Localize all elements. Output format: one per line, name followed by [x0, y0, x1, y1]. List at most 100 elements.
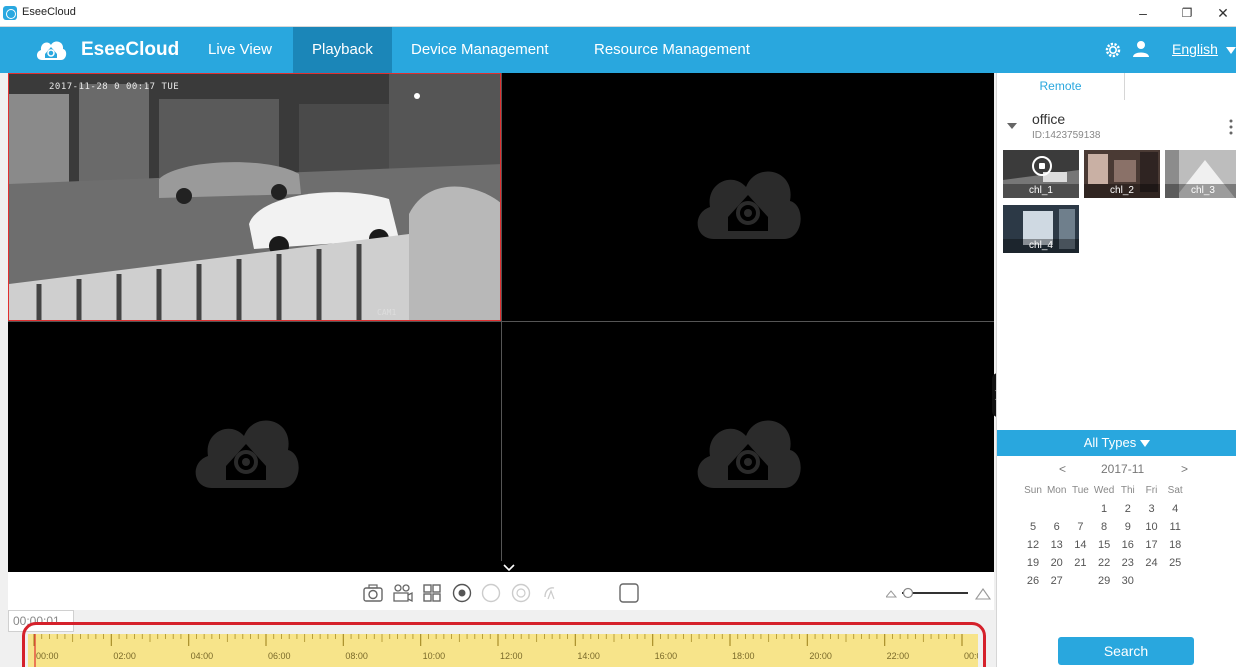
calendar-day[interactable]: 10	[1140, 518, 1164, 536]
calendar-day[interactable]: 18	[1163, 536, 1187, 554]
calendar-day[interactable]: 11	[1163, 518, 1187, 536]
audio-icon[interactable]	[540, 582, 562, 604]
tab-device-management[interactable]: Device Management	[392, 27, 568, 73]
channel-label: chl_1	[1003, 184, 1079, 198]
channel-thumb-4[interactable]: chl_4	[1003, 205, 1079, 253]
tab-remote[interactable]: Remote	[997, 73, 1125, 100]
search-button[interactable]: Search	[1058, 637, 1194, 665]
calendar-week-row: 12 13 14 15 16 17 18	[1021, 536, 1236, 554]
empty-channel-watermark-icon	[697, 171, 801, 239]
grid-layout-icon[interactable]	[421, 582, 443, 604]
user-icon[interactable]	[1132, 40, 1150, 58]
calendar-day[interactable]: 9	[1116, 518, 1140, 536]
video-cell-2[interactable]	[502, 73, 994, 321]
calendar-day[interactable]: 15	[1092, 536, 1116, 554]
calendar-day[interactable]: 25	[1163, 554, 1187, 572]
calendar-day[interactable]: 23	[1116, 554, 1140, 572]
video-cell-1[interactable]: 2017-11-28 0 00:17 TUE CAM1	[8, 73, 501, 321]
channel-label: chl_4	[1003, 239, 1079, 253]
video-grid: 2017-11-28 0 00:17 TUE CAM1	[8, 73, 1004, 573]
calendar-week-row: 1234	[1021, 500, 1236, 518]
channel-thumb-2[interactable]: chl_2	[1084, 150, 1160, 198]
video-record-icon[interactable]	[392, 582, 414, 604]
calendar-prev-button[interactable]: <	[1059, 462, 1066, 476]
calendar-day[interactable]: 26	[1021, 572, 1045, 590]
empty-channel-watermark-icon	[195, 420, 299, 488]
video-cell-4[interactable]	[502, 322, 994, 572]
calendar-month: 2017-11	[1101, 462, 1145, 476]
calendar-weekday: Thi	[1120, 485, 1135, 496]
zoom-slider[interactable]	[886, 586, 996, 600]
tab-resource-management[interactable]: Resource Management	[575, 27, 769, 73]
calendar-weekday: Sat	[1167, 485, 1183, 496]
timeline-highlight	[22, 622, 986, 667]
gear-icon[interactable]	[1104, 41, 1122, 59]
chevron-down-icon[interactable]	[1226, 47, 1236, 54]
video-timestamp: 2017-11-28 0 00:17 TUE	[49, 82, 180, 92]
channel-label: chl_2	[1084, 184, 1160, 198]
playing-indicator-icon	[1032, 156, 1052, 176]
title-bar: EseeCloud – ❐ ✕	[0, 0, 1236, 27]
eseecloud-logo-icon	[36, 41, 67, 60]
tab-local[interactable]	[1125, 73, 1236, 100]
minimize-button[interactable]: –	[1128, 2, 1158, 24]
calendar-day[interactable]: 12	[1021, 536, 1045, 554]
fullscreen-icon[interactable]	[618, 582, 640, 604]
more-options-icon[interactable]	[1229, 119, 1233, 135]
calendar-day[interactable]: 4	[1163, 500, 1187, 518]
tab-playback[interactable]: Playback	[293, 27, 392, 73]
playback-toolbar	[8, 572, 994, 612]
record-type-filter[interactable]: All Types	[997, 430, 1236, 456]
calendar-day[interactable]: 1	[1092, 500, 1116, 518]
calendar-week-row: 19 20 21 22 23 24 25	[1021, 554, 1236, 572]
calendar-day[interactable]: 17	[1140, 536, 1164, 554]
panel-tabs: Remote	[997, 73, 1236, 100]
device-name[interactable]: office	[1032, 111, 1065, 127]
calendar-day[interactable]: 29	[1092, 572, 1116, 590]
restore-button[interactable]: ❐	[1172, 2, 1202, 24]
calendar-day[interactable]: 7	[1068, 518, 1092, 536]
grid-divider-horizontal	[8, 321, 994, 322]
calendar-day	[1140, 572, 1164, 590]
calendar-next-button[interactable]: >	[1181, 462, 1188, 476]
stop-icon[interactable]	[451, 582, 473, 604]
close-button[interactable]: ✕	[1208, 2, 1236, 24]
snapshot-camera-icon[interactable]	[362, 582, 384, 604]
device-id: ID:1423759138	[1032, 130, 1101, 141]
channel-thumb-3[interactable]: chl_3	[1165, 150, 1236, 198]
calendar-day[interactable]: 13	[1045, 536, 1069, 554]
calendar-day[interactable]: 2	[1116, 500, 1140, 518]
channel-label: chl_3	[1165, 184, 1236, 198]
calendar-day[interactable]: 5	[1021, 518, 1045, 536]
expand-device-icon[interactable]	[1007, 123, 1017, 129]
slow-play-icon[interactable]	[480, 582, 502, 604]
calendar-day[interactable]: 27	[1045, 572, 1069, 590]
calendar-day	[1068, 500, 1092, 518]
calendar-day[interactable]: 20	[1045, 554, 1069, 572]
calendar-day[interactable]: 6	[1045, 518, 1069, 536]
device-panel: Remote office ID:1423759138 chl_1 chl_2 …	[996, 73, 1236, 667]
calendar-day[interactable]: 30	[1116, 572, 1140, 590]
chevron-down-icon	[1140, 440, 1151, 448]
calendar-weekday-row: Sun Mon Tue Wed Thi Fri Sat	[1021, 482, 1236, 500]
calendar-weekday: Wed	[1093, 485, 1115, 496]
calendar-day	[1021, 500, 1045, 518]
empty-channel-watermark-icon	[697, 420, 801, 488]
language-selector[interactable]: English	[1172, 41, 1218, 57]
video-cell-3[interactable]	[8, 322, 501, 572]
calendar-day[interactable]: 19	[1021, 554, 1045, 572]
calendar-day[interactable]: 16	[1116, 536, 1140, 554]
tab-live-view[interactable]: Live View	[189, 27, 291, 73]
calendar-weekday: Mon	[1046, 485, 1067, 496]
calendar-day	[1163, 572, 1187, 590]
calendar-day[interactable]: 8	[1092, 518, 1116, 536]
calendar-day[interactable]: 14	[1068, 536, 1092, 554]
calendar-day-selected[interactable]: 28	[1068, 571, 1092, 591]
calendar-day[interactable]: 24	[1140, 554, 1164, 572]
calendar-day[interactable]: 22	[1092, 554, 1116, 572]
calendar-weekday: Tue	[1071, 485, 1089, 496]
calendar-day[interactable]: 3	[1140, 500, 1164, 518]
channel-thumb-1[interactable]: chl_1	[1003, 150, 1079, 198]
fast-play-icon[interactable]	[510, 582, 532, 604]
calendar-day[interactable]: 21	[1068, 554, 1092, 572]
